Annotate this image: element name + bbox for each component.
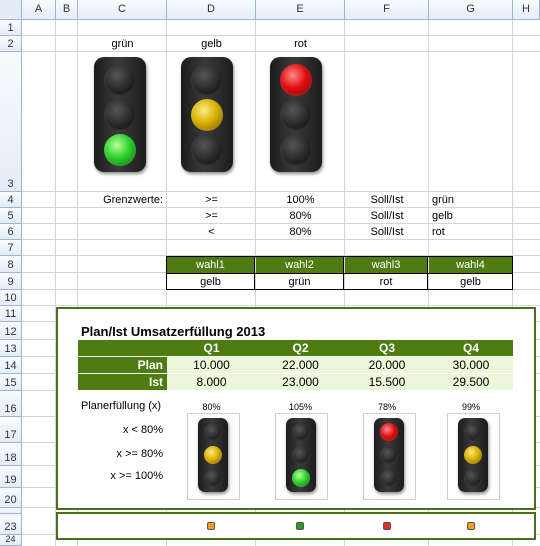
row-header-15[interactable]: 15 bbox=[0, 374, 22, 391]
quarter-header[interactable]: Q4 bbox=[429, 340, 513, 356]
fulfil-value[interactable]: 78% bbox=[345, 400, 429, 414]
row-header-20[interactable]: 20 bbox=[0, 488, 22, 508]
traffic-light-yellow-icon bbox=[458, 418, 488, 492]
traffic-light-yellow-icon bbox=[198, 418, 228, 492]
row-header-19[interactable]: 19 bbox=[0, 466, 22, 488]
thresholds-label[interactable]: Grenzwerte: bbox=[78, 192, 167, 208]
threshold-op[interactable]: >= bbox=[167, 208, 256, 224]
status-dot-red-icon bbox=[383, 522, 391, 530]
row-header-4[interactable]: 4 bbox=[0, 192, 22, 208]
status-light-frame[interactable] bbox=[447, 413, 500, 500]
row-header-1[interactable]: 1 bbox=[0, 20, 22, 36]
report-title[interactable]: Plan/Ist Umsatzerfüllung 2013 bbox=[78, 322, 338, 340]
fulfil-label[interactable]: Planerfüllung (x) bbox=[78, 398, 173, 414]
ist-label[interactable]: Ist bbox=[78, 374, 167, 390]
row-header-5[interactable]: 5 bbox=[0, 208, 22, 224]
plan-value[interactable]: 30.000 bbox=[429, 357, 513, 373]
legend-item[interactable]: x >= 80% bbox=[78, 445, 167, 463]
quarter-header[interactable]: Q3 bbox=[345, 340, 429, 356]
status-dot-green-icon bbox=[296, 522, 304, 530]
column-header-b[interactable]: B bbox=[56, 0, 78, 20]
row-header-2[interactable]: 2 bbox=[0, 36, 22, 52]
row-header-13[interactable]: 13 bbox=[0, 340, 22, 357]
threshold-value[interactable]: 80% bbox=[256, 208, 345, 224]
select-all-corner[interactable] bbox=[0, 0, 22, 20]
threshold-color[interactable]: grün bbox=[429, 192, 513, 208]
fulfil-value[interactable]: 99% bbox=[429, 400, 513, 414]
row-header-24[interactable]: 24 bbox=[0, 534, 22, 546]
traffic-light-red-icon bbox=[270, 57, 322, 172]
threshold-type[interactable]: Soll/Ist bbox=[345, 224, 429, 240]
threshold-type[interactable]: Soll/Ist bbox=[345, 208, 429, 224]
status-light-frame[interactable] bbox=[275, 413, 328, 500]
row-header-10[interactable]: 10 bbox=[0, 290, 22, 306]
column-header-e[interactable]: E bbox=[256, 0, 345, 20]
row-header-8[interactable]: 8 bbox=[0, 256, 22, 273]
status-dot-orange-icon bbox=[207, 522, 215, 530]
status-dot-orange-icon bbox=[467, 522, 475, 530]
row-header-9[interactable]: 9 bbox=[0, 273, 22, 290]
row-header-18[interactable]: 18 bbox=[0, 443, 22, 466]
legend-item[interactable]: x >= 100% bbox=[78, 467, 167, 485]
legend-item[interactable]: x < 80% bbox=[78, 421, 167, 439]
fulfil-value[interactable]: 80% bbox=[167, 400, 256, 414]
plan-value[interactable]: 10.000 bbox=[167, 357, 256, 373]
ist-value[interactable]: 29.500 bbox=[429, 374, 513, 390]
ist-value[interactable]: 23.000 bbox=[256, 374, 345, 390]
quarter-header[interactable]: Q1 bbox=[167, 340, 256, 356]
wahl-value[interactable]: gelb bbox=[167, 274, 255, 289]
wahl-value[interactable]: rot bbox=[345, 274, 428, 289]
report-header-blank[interactable] bbox=[78, 340, 167, 356]
threshold-value[interactable]: 80% bbox=[256, 224, 345, 240]
column-header-a[interactable]: A bbox=[22, 0, 56, 20]
wahl-header[interactable]: wahl1 bbox=[167, 257, 255, 273]
row-header-3[interactable]: 3 bbox=[0, 52, 22, 192]
column-header-f[interactable]: F bbox=[345, 0, 429, 20]
row-header-12[interactable]: 12 bbox=[0, 322, 22, 340]
column-header-g[interactable]: G bbox=[429, 0, 513, 20]
plan-label[interactable]: Plan bbox=[78, 357, 167, 373]
column-header-h[interactable]: H bbox=[513, 0, 540, 20]
row-header-6[interactable]: 6 bbox=[0, 224, 22, 240]
wahl-header[interactable]: wahl3 bbox=[345, 257, 428, 273]
traffic-light-green-icon bbox=[286, 418, 316, 492]
wahl-header[interactable]: wahl4 bbox=[429, 257, 512, 273]
plan-value[interactable]: 20.000 bbox=[345, 357, 429, 373]
threshold-color[interactable]: rot bbox=[429, 224, 513, 240]
row-header-16[interactable]: 16 bbox=[0, 391, 22, 417]
label-rot[interactable]: rot bbox=[256, 36, 345, 52]
threshold-type[interactable]: Soll/Ist bbox=[345, 192, 429, 208]
traffic-light-yellow-icon bbox=[181, 57, 233, 172]
row-header-14[interactable]: 14 bbox=[0, 357, 22, 374]
column-header-c[interactable]: C bbox=[78, 0, 167, 20]
spreadsheet: A B C D E F G H 1 2 3 4 5 6 7 8 9 10 11 … bbox=[0, 0, 540, 546]
label-gruen[interactable]: grün bbox=[78, 36, 167, 52]
column-header-d[interactable]: D bbox=[167, 0, 256, 20]
traffic-light-red-icon bbox=[374, 418, 404, 492]
quarter-header[interactable]: Q2 bbox=[256, 340, 345, 356]
status-light-frame[interactable] bbox=[363, 413, 416, 500]
threshold-color[interactable]: gelb bbox=[429, 208, 513, 224]
threshold-op[interactable]: >= bbox=[167, 192, 256, 208]
ist-value[interactable]: 8.000 bbox=[167, 374, 256, 390]
status-light-frame[interactable] bbox=[187, 413, 240, 500]
wahl-value[interactable]: grün bbox=[256, 274, 344, 289]
label-gelb[interactable]: gelb bbox=[167, 36, 256, 52]
threshold-value[interactable]: 100% bbox=[256, 192, 345, 208]
wahl-value[interactable]: gelb bbox=[429, 274, 512, 289]
row-header-7[interactable]: 7 bbox=[0, 240, 22, 256]
fulfil-value[interactable]: 105% bbox=[256, 400, 345, 414]
row-header-17[interactable]: 17 bbox=[0, 417, 22, 443]
row-header-11[interactable]: 11 bbox=[0, 306, 22, 322]
traffic-light-green-icon bbox=[94, 57, 146, 172]
row-header-23[interactable]: 23 bbox=[0, 516, 22, 535]
wahl-header[interactable]: wahl2 bbox=[256, 257, 344, 273]
plan-value[interactable]: 22.000 bbox=[256, 357, 345, 373]
ist-value[interactable]: 15.500 bbox=[345, 374, 429, 390]
threshold-op[interactable]: < bbox=[167, 224, 256, 240]
